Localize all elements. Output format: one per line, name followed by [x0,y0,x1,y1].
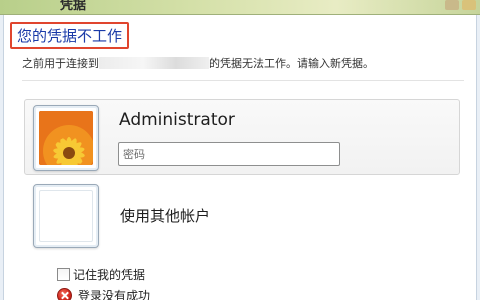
redacted-server-name [99,57,209,69]
user-tile-admin[interactable] [33,105,99,171]
subtitle-suffix: 的凭据无法工作。请输入新凭据。 [209,57,374,70]
divider [22,80,464,81]
remember-checkbox[interactable] [57,268,70,281]
heading-highlight: 您的凭据不工作 [10,22,130,49]
user-tile-other[interactable] [33,184,99,248]
dialog-heading: 您的凭据不工作 [17,27,123,45]
remember-credentials[interactable]: 记住我的凭据 [57,266,145,283]
password-input[interactable] [118,142,340,166]
remember-label: 记住我的凭据 [73,268,146,282]
blank-user-picture-icon [39,190,93,242]
minimize-button[interactable] [445,0,459,10]
window-frame-right [476,15,480,300]
subtitle-prefix: 之前用于连接到 [22,57,99,70]
error-text: 登录没有成功 [78,289,151,300]
dialog-subtitle: 之前用于连接到 的凭据无法工作。请输入新凭据。 [22,55,374,71]
close-button[interactable] [462,0,476,10]
error-icon [57,288,72,300]
window-title: 凭据 [60,0,87,13]
login-error: 登录没有成功 [57,287,150,300]
account-name-admin: Administrator [119,110,235,130]
window-frame-left [0,15,4,300]
flower-user-picture-icon [39,111,93,165]
use-other-account-label[interactable]: 使用其他帐户 [120,205,210,226]
window-title-bar: 凭据 [0,0,480,15]
